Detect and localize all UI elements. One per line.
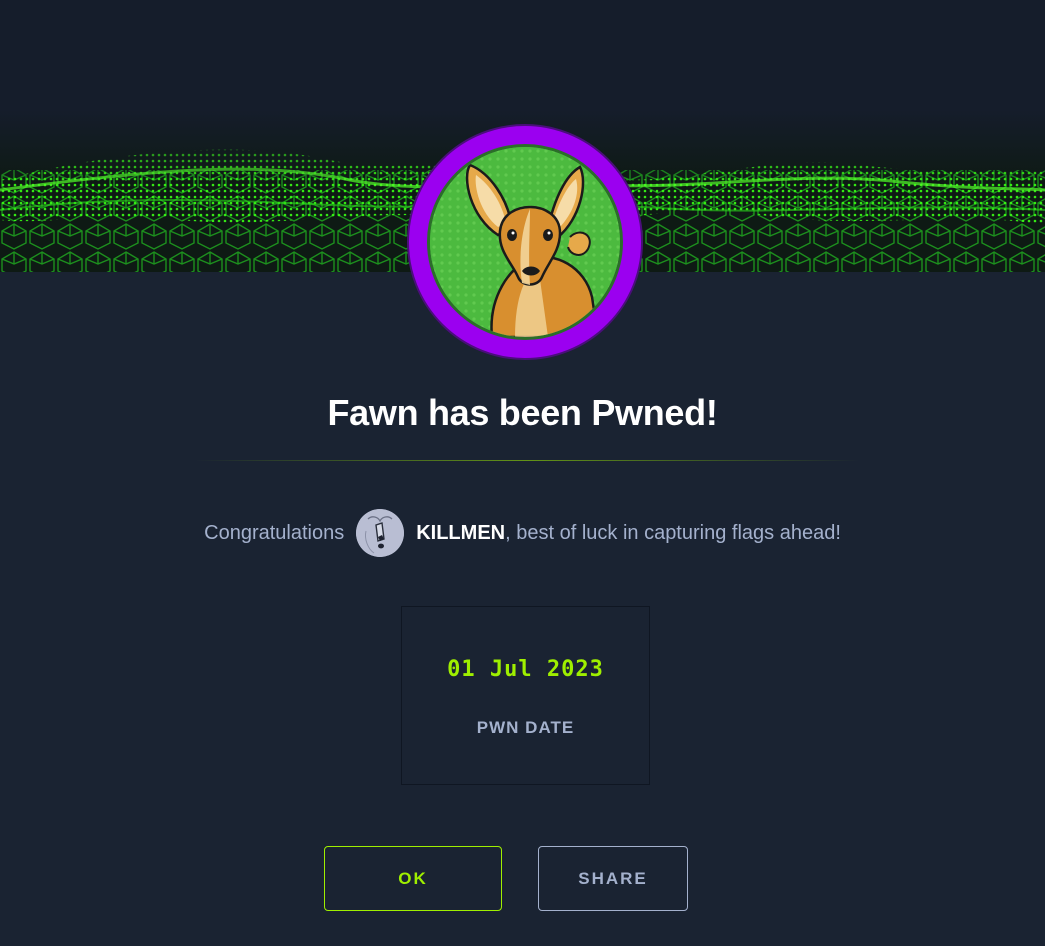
machine-avatar bbox=[407, 124, 643, 360]
congrats-prefix: Congratulations bbox=[204, 521, 345, 544]
page-title: Fawn has been Pwned! bbox=[327, 392, 718, 433]
pwn-date-card: 01 Jul 2023 PWN DATE bbox=[401, 606, 650, 785]
congrats-suffix: , best of luck in capturing flags ahead! bbox=[505, 521, 841, 544]
username-link[interactable]: KILLMEN bbox=[416, 522, 505, 545]
share-button[interactable]: SHARE bbox=[538, 846, 688, 911]
polar-bear-icon[interactable] bbox=[356, 509, 405, 557]
pwn-date-value: 01 Jul 2023 bbox=[447, 657, 604, 682]
ok-button[interactable]: OK bbox=[324, 846, 502, 911]
congrats-message: Congratulations KILLMEN , best of luck i… bbox=[0, 508, 1045, 558]
divider bbox=[195, 460, 860, 461]
fawn-deer-icon bbox=[427, 144, 623, 340]
pwn-date-label: PWN DATE bbox=[476, 718, 575, 737]
